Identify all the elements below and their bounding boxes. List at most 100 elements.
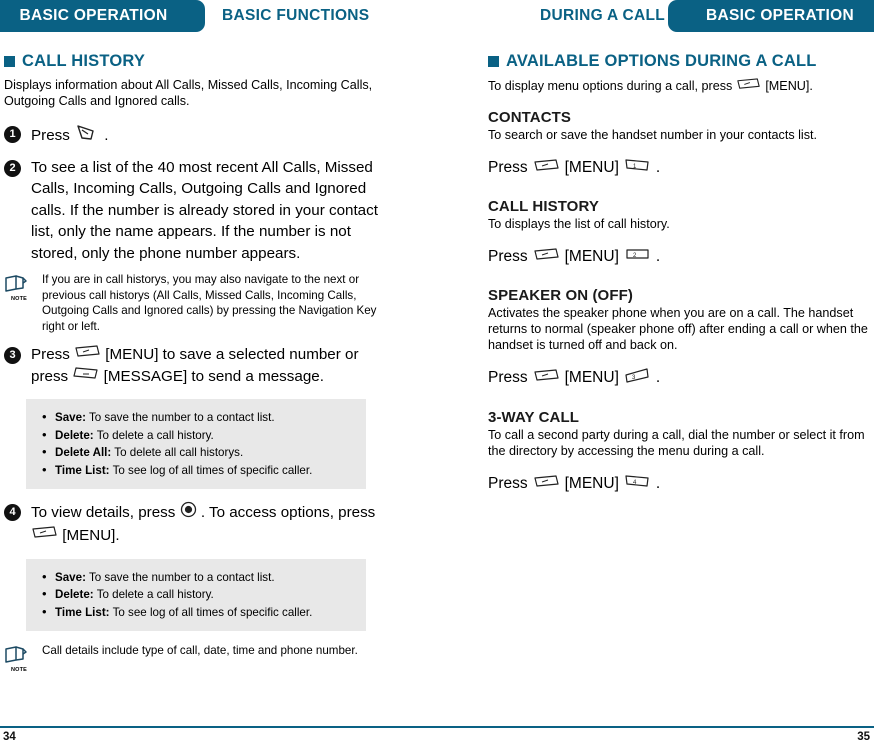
period: . <box>655 247 661 265</box>
menu-key-icon <box>736 77 761 95</box>
step-3-part1: Press <box>31 346 70 363</box>
option-term: Save: <box>55 411 86 425</box>
options-box-1: Save: To save the number to a contact li… <box>26 399 366 490</box>
intro-after: [MENU]. <box>765 79 813 93</box>
square-bullet-icon <box>4 56 15 67</box>
press-instruction-contacts: Press [MENU] 1 . <box>488 157 874 178</box>
intro-before: To display menu options during a call, p… <box>488 79 733 93</box>
available-options-intro: To display menu options during a call, p… <box>488 77 874 95</box>
menu-label: [MENU] <box>564 158 619 176</box>
option-desc: To see log of all times of specific call… <box>112 605 313 619</box>
step-1-press-label: Press <box>31 126 70 144</box>
list-item: Delete All: To delete all call historys. <box>42 443 352 462</box>
press-instruction-speaker: Press [MENU] 3 . <box>488 367 874 389</box>
menu-key-icon <box>533 247 560 267</box>
list-item: Time List: To see log of all times of sp… <box>42 461 352 480</box>
navigation-key-icon <box>180 501 197 525</box>
press-instruction-call-history: Press [MENU] 2 . <box>488 246 874 267</box>
option-desc: To delete all call historys. <box>114 446 244 460</box>
list-item: Delete: To delete a call history. <box>42 426 352 445</box>
list-item: Time List: To see log of all times of sp… <box>42 603 352 622</box>
menu-key-icon <box>533 368 560 388</box>
key-3-icon: 3 <box>624 367 651 389</box>
call-history-intro: Displays information about All Calls, Mi… <box>4 78 373 108</box>
step-text: To view details, press . To access optio… <box>31 501 394 546</box>
step-2: 2 To see a list of the 40 most recent Al… <box>4 157 394 265</box>
message-key-icon <box>72 366 99 388</box>
note-text: If you are in call historys, you may als… <box>42 273 377 333</box>
key-2-icon: 2 <box>624 246 651 267</box>
tab-label: DURING A CALL <box>540 7 666 24</box>
subsection-body: To search or save the handset number in … <box>488 128 818 142</box>
step-text: Press . <box>31 123 109 149</box>
subsection-body: To call a second party during a call, di… <box>488 428 865 458</box>
tab-during-a-call[interactable]: DURING A CALL <box>540 0 665 32</box>
option-term: Delete All: <box>55 446 112 460</box>
menu-label: [MENU] <box>564 247 619 265</box>
option-desc: To delete a call history. <box>96 428 214 442</box>
note-book-icon: NOTE <box>4 272 34 302</box>
subsection-heading-contacts: CONTACTS <box>488 109 572 126</box>
right-page-content: AVAILABLE OPTIONS DURING A CALL To displ… <box>488 52 874 514</box>
list-item: Save: To save the number to a contact li… <box>42 568 352 587</box>
step-1-period: . <box>104 126 109 144</box>
step-number: 1 <box>4 126 21 143</box>
end-key-icon <box>74 123 100 149</box>
note-book-icon: NOTE <box>4 643 34 673</box>
options-list: Save: To save the number to a contact li… <box>42 408 352 480</box>
step-number: 2 <box>4 159 21 177</box>
press-instruction-3-way-call: Press [MENU] 4 . <box>488 473 874 494</box>
note-label: NOTE <box>10 667 28 674</box>
period: . <box>655 474 661 492</box>
tab-basic-operation-left[interactable]: BASIC OPERATION <box>0 0 205 32</box>
option-desc: To save the number to a contact list. <box>88 411 275 425</box>
step-text: To see a list of the 40 most recent All … <box>31 158 378 262</box>
page-header: BASIC OPERATION BASIC FUNCTIONS DURING A… <box>0 0 874 32</box>
step-4-part2: . To access options, press <box>200 504 376 522</box>
menu-key-icon <box>533 474 560 494</box>
step-1: 1 Press . <box>4 123 394 149</box>
subsection-heading-3-way-call: 3-WAY CALL <box>488 409 580 426</box>
page-title-available-options: AVAILABLE OPTIONS DURING A CALL <box>488 52 874 71</box>
page-title-call-history: CALL HISTORY <box>4 52 394 71</box>
step-3-part3: [MESSAGE] to send a message. <box>103 367 324 385</box>
option-term: Time List: <box>55 605 110 619</box>
step-3: 3 Press [MENU] to save a selected number… <box>4 344 394 387</box>
page-number-left: 34 <box>3 731 16 743</box>
square-bullet-icon <box>488 56 499 67</box>
option-desc: To save the number to a contact list. <box>88 570 275 584</box>
press-label: Press <box>488 247 528 265</box>
period: . <box>655 369 661 386</box>
option-term: Delete: <box>55 428 94 442</box>
options-list: Save: To save the number to a contact li… <box>42 568 352 622</box>
step-4-part3: [MENU]. <box>62 526 120 544</box>
option-term: Save: <box>55 570 86 584</box>
step-4: 4 To view details, press . To access opt… <box>4 501 394 546</box>
note-call-details: NOTE Call details include type of call, … <box>4 643 394 673</box>
section-title-text: AVAILABLE OPTIONS DURING A CALL <box>506 52 817 70</box>
option-desc: To delete a call history. <box>96 588 214 602</box>
note-call-history-navigation: NOTE If you are in call historys, you ma… <box>4 272 394 334</box>
subsection-body: Activates the speaker phone when you are… <box>488 306 868 352</box>
section-title-text: CALL HISTORY <box>22 52 146 70</box>
step-text: Press [MENU] to save a selected number o… <box>31 344 394 387</box>
option-desc: To see log of all times of specific call… <box>112 463 313 477</box>
menu-label: [MENU] <box>564 474 619 492</box>
left-page-content: CALL HISTORY Displays information about … <box>4 52 394 683</box>
subsection-heading-call-history: CALL HISTORY <box>488 198 599 215</box>
option-term: Time List: <box>55 463 110 477</box>
note-text: Call details include type of call, date,… <box>42 644 358 658</box>
menu-label: [MENU] <box>564 369 619 386</box>
subsection-body: To displays the list of call history. <box>488 217 670 231</box>
key-4-icon: 4 <box>624 473 651 494</box>
tab-basic-operation-right[interactable]: BASIC OPERATION <box>668 0 874 32</box>
page-number-right: 35 <box>857 731 870 743</box>
menu-key-icon <box>74 344 101 366</box>
menu-key-icon <box>533 158 560 178</box>
option-term: Delete: <box>55 588 94 602</box>
tab-label: BASIC FUNCTIONS <box>222 7 370 24</box>
press-label: Press <box>488 474 528 492</box>
note-label: NOTE <box>10 296 28 302</box>
tab-label: BASIC OPERATION <box>705 7 855 24</box>
tab-basic-functions[interactable]: BASIC FUNCTIONS <box>222 0 369 32</box>
